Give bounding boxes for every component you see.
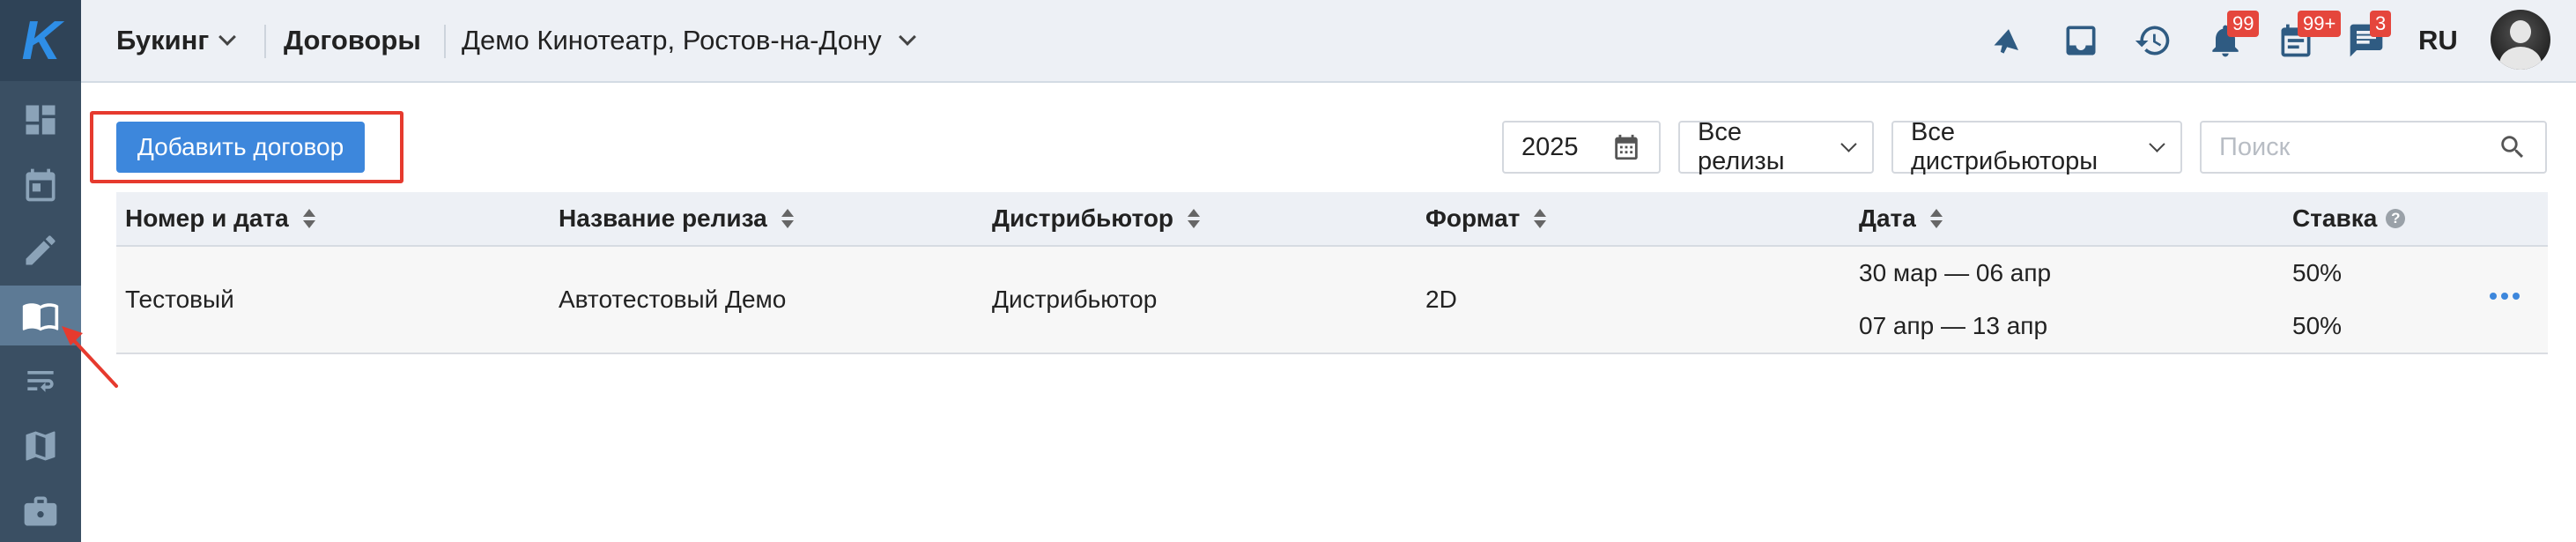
header: Букинг Договоры Демо Кинотеатр, Ростов-н… bbox=[81, 0, 2576, 83]
calendar-icon bbox=[26, 168, 56, 202]
logo-letter: K bbox=[21, 10, 62, 71]
messages-button[interactable]: 3 bbox=[2343, 11, 2392, 63]
releases-filter-label: Все релизы bbox=[1698, 118, 1785, 175]
column-label: Ставка bbox=[2292, 204, 2378, 232]
sidebar-item-dashboard[interactable] bbox=[0, 90, 81, 150]
inbox-button[interactable] bbox=[2058, 18, 2104, 63]
tasks-badge: 99+ bbox=[2298, 11, 2342, 37]
history-icon bbox=[2135, 26, 2170, 56]
sidebar-item-calendar[interactable] bbox=[0, 155, 81, 215]
column-label: Номер и дата bbox=[125, 204, 289, 232]
sidebar: K bbox=[0, 0, 81, 542]
map-icon bbox=[26, 431, 56, 461]
year-picker[interactable]: 2025 bbox=[1502, 121, 1661, 174]
chevron-down-icon bbox=[898, 28, 916, 46]
table-row[interactable]: Тестовый Автотестовый Демо Дистрибьютор … bbox=[116, 247, 2548, 354]
messages-badge: 3 bbox=[2370, 11, 2392, 37]
cell-format: 2D bbox=[1425, 286, 1457, 313]
divider bbox=[264, 25, 266, 58]
more-actions-icon[interactable] bbox=[2490, 293, 2520, 300]
tasks-button[interactable]: 99+ bbox=[2273, 11, 2342, 63]
sort-icon[interactable] bbox=[1534, 207, 1547, 230]
column-number-date[interactable]: Номер и дата bbox=[125, 192, 315, 245]
sidebar-item-map[interactable] bbox=[0, 416, 81, 476]
cell-rate: 50% bbox=[2292, 259, 2343, 286]
dashboard-icon bbox=[26, 105, 56, 135]
cell-date-period: 07 апр — 13 апр bbox=[1859, 312, 2048, 339]
briefcase-icon bbox=[24, 496, 57, 526]
page-title: Договоры bbox=[284, 25, 421, 56]
cinema-selector[interactable]: Демо Кинотеатр, Ростов-на-Дону bbox=[462, 0, 916, 81]
search-input[interactable]: Поиск bbox=[2200, 121, 2547, 174]
section-dropdown[interactable]: Букинг bbox=[116, 0, 237, 81]
cinema-label: Демо Кинотеатр, Ростов-на-Дону bbox=[462, 25, 882, 56]
year-value: 2025 bbox=[1521, 132, 1579, 161]
divider bbox=[444, 25, 446, 58]
distributors-filter[interactable]: Все дистрибьюторы bbox=[1891, 118, 2182, 175]
column-distributor[interactable]: Дистрибьютор bbox=[992, 192, 1201, 245]
app: K Букинг Договоры Демо Кинотеатр, Ростов… bbox=[0, 0, 2576, 542]
add-contract-button[interactable]: Добавить договор bbox=[116, 122, 365, 173]
column-release[interactable]: Название релиза bbox=[559, 192, 794, 245]
sort-icon[interactable] bbox=[781, 207, 794, 230]
column-label: Название релиза bbox=[559, 204, 767, 232]
search-icon[interactable] bbox=[2498, 132, 2528, 162]
cell-date-period: 30 мар — 06 апр bbox=[1859, 259, 2052, 286]
notifications-badge: 99 bbox=[2227, 11, 2260, 37]
chevron-down-icon bbox=[2149, 136, 2165, 152]
history-button[interactable] bbox=[2130, 18, 2176, 63]
megaphone-icon bbox=[1994, 29, 2018, 54]
sort-icon[interactable] bbox=[1188, 207, 1201, 230]
column-rate: Ставка? bbox=[2292, 192, 2406, 245]
announcements-button[interactable] bbox=[1986, 18, 2032, 63]
sort-icon[interactable] bbox=[1929, 207, 1943, 230]
cell-rate: 50% bbox=[2292, 312, 2343, 339]
cell-release: Автотестовый Демо bbox=[559, 286, 787, 313]
column-label: Дистрибьютор bbox=[992, 204, 1174, 232]
releases-filter[interactable]: Все релизы bbox=[1678, 118, 1874, 175]
column-date[interactable]: Дата bbox=[1859, 192, 1943, 245]
notifications-button[interactable]: 99 bbox=[2202, 11, 2260, 63]
column-label: Дата bbox=[1859, 204, 1916, 232]
logo[interactable]: K bbox=[0, 0, 81, 81]
cell-number: Тестовый bbox=[125, 286, 234, 313]
pencil-icon bbox=[26, 235, 56, 265]
language-switch[interactable]: RU bbox=[2418, 0, 2458, 81]
section-label: Букинг bbox=[116, 25, 210, 56]
annotation-arrow bbox=[62, 326, 118, 388]
avatar[interactable] bbox=[2491, 10, 2550, 70]
sidebar-item-edit[interactable] bbox=[0, 220, 81, 280]
help-icon[interactable]: ? bbox=[2386, 209, 2406, 228]
chevron-down-icon bbox=[1840, 136, 1857, 152]
chevron-down-icon bbox=[218, 28, 237, 46]
calendar-icon bbox=[1615, 134, 1638, 160]
column-format[interactable]: Формат bbox=[1425, 192, 1547, 245]
table-header: Номер и дата Название релиза Дистрибьюто… bbox=[116, 192, 2548, 247]
distributors-filter-label: Все дистрибьюторы bbox=[1911, 118, 2099, 175]
search-placeholder: Поиск bbox=[2219, 132, 2291, 161]
cell-distributor: Дистрибьютор bbox=[992, 286, 1158, 313]
sort-icon[interactable] bbox=[302, 207, 315, 230]
sidebar-item-business[interactable] bbox=[0, 481, 81, 541]
column-label: Формат bbox=[1425, 204, 1521, 232]
inbox-icon bbox=[2066, 26, 2096, 56]
